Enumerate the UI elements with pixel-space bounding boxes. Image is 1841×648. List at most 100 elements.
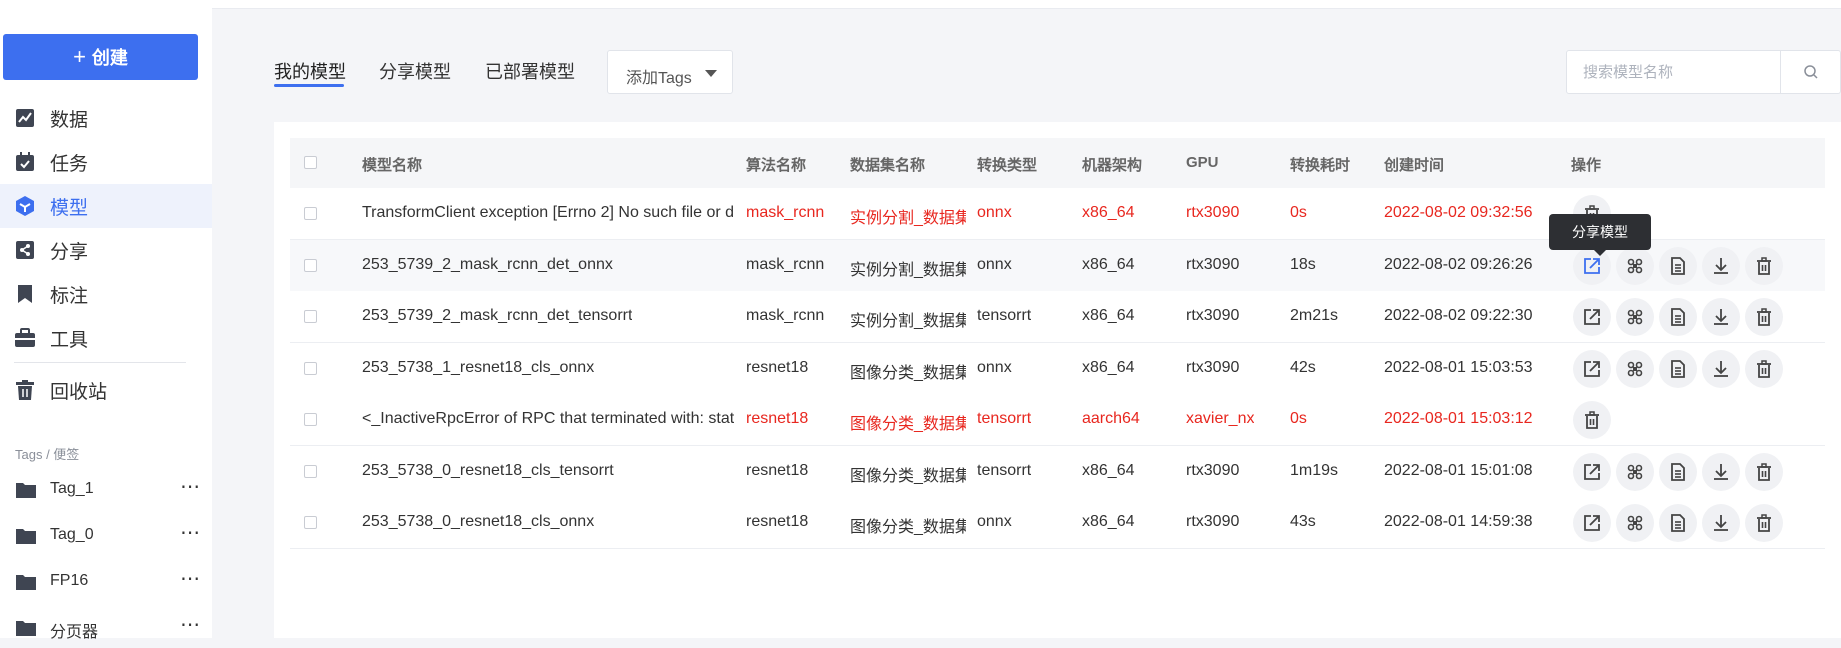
nav-item-annotate[interactable]: 标注 [0,272,212,316]
delete-button[interactable] [1745,504,1783,542]
search-box [1566,50,1841,94]
detail-button[interactable] [1659,349,1697,388]
document-icon [1671,308,1685,326]
search-button[interactable] [1780,51,1841,93]
more-icon[interactable]: ⋯ [180,566,201,591]
download-button[interactable] [1702,298,1740,336]
create-button-label: 创建 [91,48,128,68]
table-row[interactable]: 253_5738_0_resnet18_cls_onnx resnet18 图像分类… [290,497,1825,549]
download-button[interactable] [1702,504,1740,542]
model-table-panel: 模型名称 算法名称 数据集名称 转换类型 机器架构 GPU 转换耗时 创建时间 … [274,122,1841,638]
nav-item-tools[interactable]: 工具 [0,316,212,360]
nav-item-recycle-bin[interactable]: 回收站 [0,368,212,412]
share-button[interactable] [1573,298,1611,336]
download-button[interactable] [1702,452,1740,491]
detail-button[interactable] [1659,298,1697,336]
table-row[interactable]: 253_5739_2_mask_rcnn_det_tensorrt mask_rc… [290,291,1825,343]
row-checkbox[interactable] [304,258,317,272]
nav-item-data[interactable]: 数据 [0,96,212,140]
cell-created-time: 2022-08-02 09:32:56 [1384,204,1533,221]
more-icon[interactable]: ⋯ [180,474,201,499]
tag-item-tag-1[interactable]: Tag_1 ⋯ [0,470,212,510]
cell-gpu: xavier_nx [1186,410,1255,427]
share-button[interactable] [1573,349,1611,388]
detail-button[interactable] [1659,452,1697,491]
cell-convert-type: tensorrt [977,410,1032,427]
tab-shared-models[interactable]: 分享模型 [379,58,451,84]
share-model-tooltip: 分享模型 [1549,214,1651,256]
cell-dataset: 图像分类_数据集 [850,467,966,485]
select-all-checkbox[interactable] [304,156,317,169]
tag-label: 分页器 [50,624,99,641]
table-row[interactable]: 253_5738_1_resnet18_cls_onnx resnet18 图像分类… [290,342,1825,395]
nav-item-tasks[interactable]: 任务 [0,140,212,184]
tags-section-title: Tags / 便签 [15,447,80,462]
nav-item-label: 模型 [50,197,89,219]
deploy-button[interactable] [1616,504,1654,542]
nav-item-share[interactable]: 分享 [0,228,212,272]
row-checkbox[interactable] [304,464,317,478]
cell-convert-time: 1m19s [1290,461,1339,479]
cell-gpu: rtx3090 [1186,255,1240,273]
row-checkbox[interactable] [304,361,317,375]
download-icon [1714,257,1728,274]
col-header-arch: 机器架构 [1082,157,1143,174]
deploy-button[interactable] [1616,298,1654,336]
search-input[interactable] [1567,51,1773,93]
delete-button[interactable] [1573,401,1611,439]
delete-button[interactable] [1745,246,1783,285]
delete-icon [1757,308,1771,326]
download-button[interactable] [1702,246,1740,285]
tag-label: Tag_1 [50,480,94,497]
col-header-gpu: GPU [1186,154,1219,171]
nav-item-label: 任务 [50,153,89,175]
deploy-button[interactable] [1616,349,1654,388]
download-icon [1714,309,1728,325]
row-checkbox[interactable] [304,310,317,323]
delete-button[interactable] [1745,452,1783,491]
tag-item-fp16[interactable]: FP16 ⋯ [0,562,212,602]
deploy-button[interactable] [1616,246,1654,285]
download-icon [1714,463,1728,480]
nav-divider [14,362,186,363]
document-icon [1671,359,1685,378]
plus-icon: + [73,44,86,69]
calendar-check-icon [16,152,34,171]
folder-icon [16,575,36,590]
more-icon[interactable]: ⋯ [180,520,201,545]
cell-dataset: 实例分割_数据集 [850,313,966,330]
tag-item-tag-0[interactable]: Tag_0 ⋯ [0,516,212,556]
table-row[interactable]: <_InactiveRpcError of RPC that terminate… [290,394,1825,446]
cell-created-time: 2022-08-01 14:59:38 [1384,513,1533,530]
col-header-dataset: 数据集名称 [850,157,926,174]
delete-button[interactable] [1745,349,1783,388]
nav-item-label: 数据 [50,109,89,131]
table-row[interactable]: 253_5738_0_resnet18_cls_tensorrt resnet18… [290,445,1825,498]
more-icon[interactable]: ⋯ [180,612,201,637]
tab-my-models[interactable]: 我的模型 [274,58,346,84]
document-icon [1671,462,1685,481]
detail-button[interactable] [1659,246,1697,285]
deploy-button[interactable] [1616,452,1654,491]
add-tags-select[interactable]: 添加Tags [607,50,733,94]
share-button[interactable] [1573,452,1611,491]
delete-button[interactable] [1745,298,1783,336]
tag-item-paginator[interactable]: 分页器 ⋯ [0,608,212,648]
cell-dataset: 实例分割_数据集 [850,210,966,227]
deploy-icon [1627,258,1643,273]
tab-deployed-models[interactable]: 已部署模型 [485,58,575,84]
row-checkbox[interactable] [304,207,317,220]
detail-button[interactable] [1659,504,1697,542]
cell-dataset: 图像分类_数据集 [850,364,966,382]
nav-item-models[interactable]: 模型 [0,184,212,228]
cell-model-name: 253_5739_2_mask_rcnn_det_onnx [362,255,613,273]
cell-convert-time: 2m21s [1290,307,1339,324]
cell-convert-type: onnx [977,255,1012,273]
create-button[interactable]: + 创建 [3,34,198,80]
cell-dataset: 图像分类_数据集 [850,416,966,433]
share-button[interactable] [1573,504,1611,542]
row-checkbox[interactable] [304,413,317,426]
deploy-icon [1627,464,1643,479]
download-button[interactable] [1702,349,1740,388]
row-checkbox[interactable] [304,516,317,529]
